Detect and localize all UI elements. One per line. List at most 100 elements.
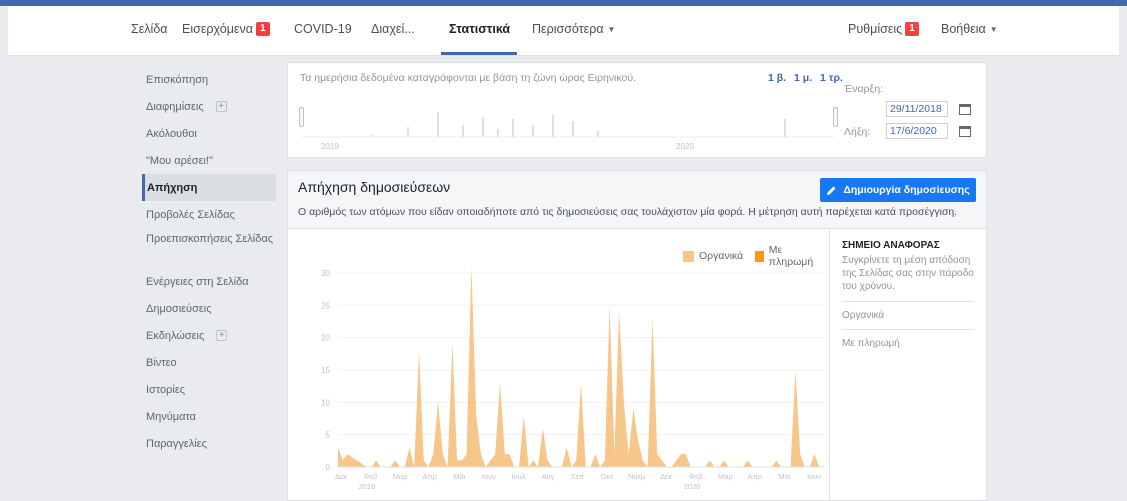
caret-down-icon: ▼ <box>607 24 616 34</box>
sidebar-item-label: Εκδηλώσεις <box>146 329 205 342</box>
sidebar-item-posts[interactable]: Δημοσιεύσεις <box>142 295 276 322</box>
nav-page[interactable]: Σελίδα <box>131 22 168 36</box>
sidebar-item-videos[interactable]: Βίντεο <box>142 349 276 376</box>
nav-settings[interactable]: Ρυθμίσεις 1 <box>848 22 919 36</box>
calendar-icon[interactable] <box>959 104 971 115</box>
create-post-button[interactable]: Δημιουργία δημοσίευσης <box>820 178 976 202</box>
sidebar-item-label: Δημοσιεύσεις <box>146 302 212 315</box>
card-header: Απήχηση δημοσιεύσεων Δημιουργία δημοσίευ… <box>288 171 986 229</box>
active-tab-indicator <box>441 52 517 55</box>
sidebar-item-label: Προεπισκοπήσεις Σελίδας <box>146 233 274 245</box>
nav-help-label: Βοήθεια <box>941 22 986 36</box>
mini-year-2019: 2019 <box>321 142 339 151</box>
x-year-label: 2020 <box>684 482 701 491</box>
organic-area-series[interactable] <box>338 266 824 468</box>
sidebar-item-label: Μηνύματα <box>146 410 197 423</box>
end-date-input[interactable]: 17/6/2020 <box>886 123 948 139</box>
sidebar-item-stories[interactable]: Ιστορίες <box>142 376 276 403</box>
sidebar-item-label: Ενέργειες στη Σελίδα <box>146 275 249 288</box>
nav-help[interactable]: Βοήθεια ▼ <box>941 22 998 36</box>
legend-paid[interactable]: Με πληρωμή <box>755 244 816 268</box>
benchmark-panel: ΣΗΜΕΙΟ ΑΝΑΦΟΡΑΣ Συγκρίνετε τη μέση απόδο… <box>829 230 986 501</box>
sidebar-item-likes[interactable]: "Μου αρέσει!" <box>142 147 276 174</box>
range-1-week[interactable]: 1 β. <box>768 72 786 84</box>
sidebar-item-label: Ακόλουθοι <box>146 127 197 140</box>
x-tick-label: Απρ <box>422 472 436 481</box>
sidebar-item-label: Επισκόπηση <box>146 73 209 86</box>
x-tick-label: Μαρ <box>718 472 733 481</box>
expand-icon: + <box>215 101 227 112</box>
calendar-icon[interactable] <box>959 126 971 137</box>
range-presets: 1 β. 1 μ. 1 τρ. <box>768 72 848 84</box>
nav-insights-label: Στατιστικά <box>449 22 511 36</box>
sidebar-item-orders[interactable]: Παραγγελίες <box>142 430 276 457</box>
x-tick-label: Απρ <box>748 472 762 481</box>
benchmark-title: ΣΗΜΕΙΟ ΑΝΑΦΟΡΑΣ <box>842 240 940 251</box>
legend-organic[interactable]: Οργανικά <box>683 250 743 262</box>
range-1-month[interactable]: 1 μ. <box>794 72 812 84</box>
post-reach-card: Απήχηση δημοσιεύσεων Δημιουργία δημοσίευ… <box>287 170 987 501</box>
range-start-handle[interactable] <box>299 107 304 127</box>
sidebar-item-label: Παραγγελίες <box>146 437 207 450</box>
nav-inbox[interactable]: Εισερχόμενα 1 <box>182 22 270 36</box>
insights-sidebar: Επισκόπηση Διαφημίσεις + Ακόλουθοι "Μου α… <box>142 66 276 457</box>
x-tick-label: Μαρ <box>393 472 408 481</box>
x-tick-label: Μάι <box>778 472 791 481</box>
nav-manage-label: Διαχεί... <box>371 22 415 36</box>
date-range-card: Τα ημερήσια δεδομένα καταγράφονται με βά… <box>287 62 987 158</box>
y-tick-label: 20 <box>321 334 330 343</box>
x-tick-label: Ιουλ <box>511 472 525 481</box>
expand-icon: + <box>216 330 228 341</box>
pencil-icon <box>826 185 837 196</box>
nav-insights[interactable]: Στατιστικά <box>449 22 510 36</box>
nav-more[interactable]: Περισσότερα ▼ <box>532 22 615 36</box>
sidebar-item-page-actions[interactable]: Ενέργειες στη Σελίδα <box>142 268 276 295</box>
end-date-label: Λήξη: <box>844 126 871 138</box>
card-description: Ο αριθμός των ατόμων που είδαν οποιαδήπο… <box>298 206 958 218</box>
y-tick-label: 0 <box>326 463 331 472</box>
nav-covid[interactable]: COVID-19 <box>294 22 352 36</box>
sidebar-item-followers[interactable]: Ακόλουθοι <box>142 120 276 147</box>
date-range-inputs: Έναρξη: 29/11/2018 Λήξη: 17/6/2020 <box>838 83 978 149</box>
reach-chart-svg: 0 5 10 15 20 25 30 Δεκ Φεβ Μαρ Απρ Μάι Ιουν Ιουλ Αυγ Σε… <box>321 266 824 491</box>
x-tick-label: Δεκ <box>335 472 347 481</box>
sidebar-item-label: Ιστορίες <box>146 383 186 396</box>
reach-chart: Οργανικά Με πληρωμή 0 5 10 15 20 25 30 Δεκ Φεβ Μα… <box>288 230 828 501</box>
chart-legend: Οργανικά Με πληρωμή <box>683 244 828 268</box>
sidebar-item-ads[interactable]: Διαφημίσεις + <box>142 93 276 120</box>
nav-inbox-label: Εισερχόμενα <box>182 22 253 36</box>
card-title: Απήχηση δημοσιεύσεων <box>298 179 451 195</box>
x-year-label: 2019 <box>359 482 376 491</box>
x-tick-label: Φεβ <box>689 472 703 481</box>
x-tick-label: Σεπ <box>571 472 584 481</box>
sidebar-item-label: Διαφημίσεις <box>146 100 204 113</box>
sidebar-item-reach[interactable]: Απήχηση <box>142 174 276 201</box>
y-tick-label: 30 <box>321 269 330 278</box>
start-date-input[interactable]: 29/11/2018 <box>886 101 948 117</box>
sidebar-item-overview[interactable]: Επισκόπηση <box>142 66 276 93</box>
benchmark-paid[interactable]: Με πληρωμή <box>842 330 974 357</box>
timeline-overview-chart[interactable]: 2019 2020 <box>298 87 838 157</box>
y-tick-label: 5 <box>326 431 331 440</box>
settings-badge: 1 <box>905 22 919 36</box>
inbox-badge: 1 <box>255 22 270 36</box>
timezone-note: Τα ημερήσια δεδομένα καταγράφονται με βά… <box>300 72 636 84</box>
sidebar-item-label: Προβολές Σελίδας <box>146 208 235 221</box>
sidebar-item-messages[interactable]: Μηνύματα <box>142 403 276 430</box>
nav-manage[interactable]: Διαχεί... <box>371 22 415 36</box>
sidebar-item-page-previews[interactable]: Προεπισκοπήσεις Σελίδας <box>142 228 276 268</box>
x-tick-label: Μάι <box>453 472 466 481</box>
y-tick-label: 10 <box>321 398 330 407</box>
sidebar-item-label: Απήχηση <box>147 181 198 194</box>
legend-label: Οργανικά <box>699 250 744 262</box>
legend-swatch-organic <box>683 250 694 262</box>
x-tick-label: Δεκ <box>660 472 672 481</box>
y-tick-label: 25 <box>321 301 330 310</box>
sidebar-item-page-views[interactable]: Προβολές Σελίδας <box>142 201 276 228</box>
x-tick-label: Φεβ <box>364 472 378 481</box>
nav-settings-label: Ρυθμίσεις <box>848 22 903 36</box>
benchmark-organic[interactable]: Οργανικά <box>842 302 974 330</box>
page-navbar: Σελίδα Εισερχόμενα 1 COVID-19 Διαχεί... Σ… <box>8 6 1119 56</box>
nav-more-label: Περισσότερα <box>532 22 604 36</box>
sidebar-item-events[interactable]: Εκδηλώσεις + <box>142 322 276 349</box>
